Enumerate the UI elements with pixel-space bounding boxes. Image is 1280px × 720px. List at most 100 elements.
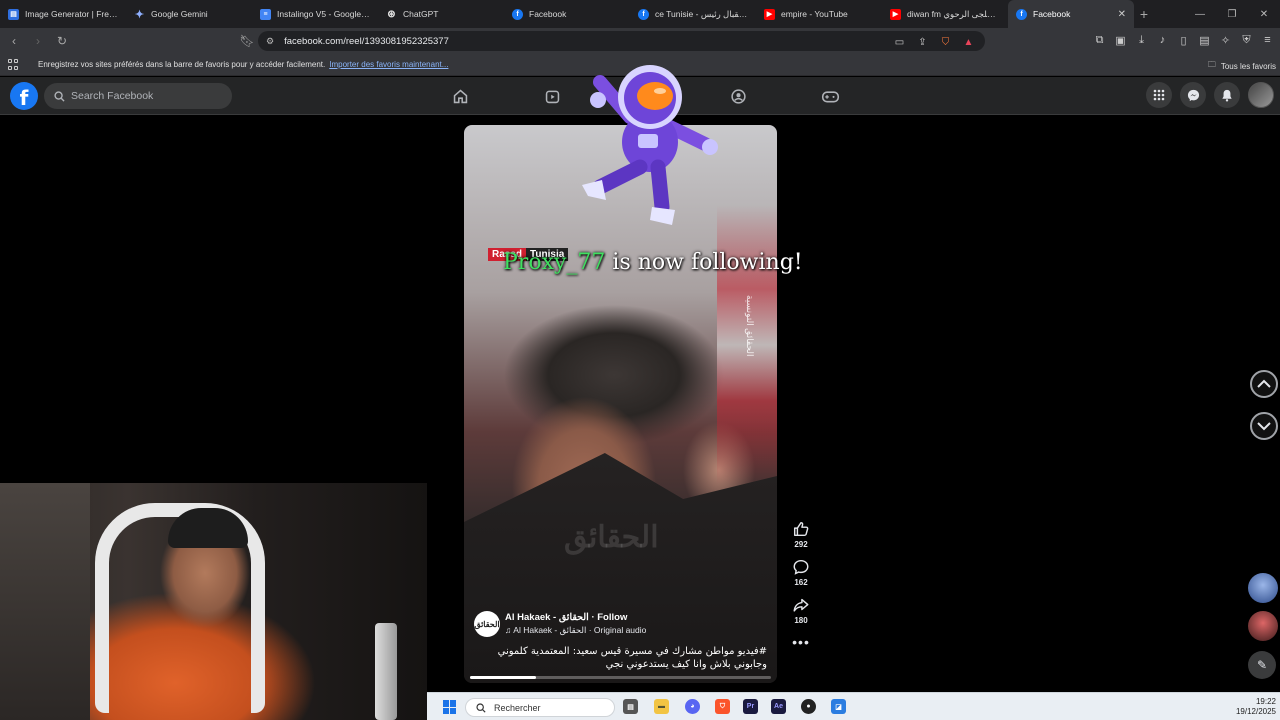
share-icon[interactable]: ⇪	[916, 34, 929, 50]
browser-tab-strip: ▤ Image Generator | Freepik ✦ Google Gemin…	[0, 0, 1280, 28]
leo-icon[interactable]: ✧	[1219, 32, 1232, 48]
omnibox-icons: ▭ ⇪ ⛉ ▲	[893, 34, 975, 50]
url-bar[interactable]: ⚙ facebook.com/reel/1393081952325377 ▭ ⇪…	[258, 31, 985, 51]
taskbar-search-input[interactable]: Rechercher	[465, 698, 615, 717]
profile-avatar[interactable]	[1248, 82, 1274, 108]
obs-icon[interactable]: ●	[801, 699, 816, 714]
window-controls: — ❐ ✕	[1184, 0, 1280, 28]
bookmark-icon[interactable]: 🔖︎	[237, 31, 257, 51]
browser-tab[interactable]: f ce Tunisie - استقبال رئيس...	[630, 0, 756, 28]
file-explorer-icon[interactable]: ▬	[654, 699, 669, 714]
minimize-icon[interactable]: —	[1184, 0, 1216, 28]
reel-author[interactable]: الحقائق Al Hakaek - الحقائق · Follow ♫ A…	[474, 611, 646, 637]
browser-tab[interactable]: ≡ Instalingo V5 - Google Do	[252, 0, 378, 28]
browser-tab[interactable]: ✦ Google Gemini	[126, 0, 252, 28]
next-reel-button[interactable]	[1250, 412, 1278, 440]
author-name[interactable]: Al Hakaek - الحقائق · Follow	[505, 612, 646, 623]
cast-icon[interactable]: ▭	[893, 34, 906, 50]
messenger-icon[interactable]	[1180, 82, 1206, 108]
search-icon	[54, 90, 65, 102]
menu-icon[interactable]: ≡	[1261, 32, 1274, 48]
home-icon[interactable]	[450, 86, 470, 106]
previous-reel-button[interactable]	[1250, 370, 1278, 398]
new-tab-icon[interactable]: +	[1134, 0, 1154, 28]
facebook-icon: f	[512, 8, 523, 20]
header-actions	[1146, 82, 1274, 108]
download-icon[interactable]: ⤓	[1135, 32, 1148, 48]
contact-avatar[interactable]	[1248, 611, 1278, 641]
brave-shield-icon[interactable]: ⛉	[939, 34, 952, 50]
site-settings-icon[interactable]: ⚙	[266, 36, 274, 47]
search-input[interactable]: Search Facebook	[44, 83, 232, 109]
menu-grid-icon[interactable]	[1146, 82, 1172, 108]
comment-button[interactable]: 162	[792, 558, 810, 587]
windows-taskbar: Rechercher ▤ ▬ ◕ ⛉ Pr Ae ● ◪ 19:22 19/12…	[427, 692, 1280, 720]
share-button[interactable]: 180	[792, 596, 810, 625]
premiere-pro-icon[interactable]: Pr	[743, 699, 758, 714]
extensions-icon[interactable]: ⧉	[1093, 32, 1106, 48]
brave-rewards-icon[interactable]: ▲	[962, 34, 975, 50]
screenshot-icon[interactable]: ▣	[1114, 32, 1127, 48]
reel-actions: 292 162 180 •••	[786, 520, 816, 650]
audio-info[interactable]: ♫ Al Hakaek - الحقائق · Original audio	[505, 625, 646, 636]
webcam-prop	[375, 623, 397, 720]
all-favorites[interactable]: 🗀︎ Tous les favoris	[1208, 59, 1276, 73]
webcam-feed	[0, 483, 427, 720]
clock-time: 19:22	[1255, 697, 1276, 706]
system-clock[interactable]: 19:22 19/12/2025	[1236, 697, 1276, 717]
task-view-icon[interactable]: ▤	[623, 699, 638, 714]
comment-count: 162	[794, 578, 808, 587]
like-button[interactable]: 292	[792, 520, 810, 549]
notifications-bell-icon[interactable]	[1214, 82, 1240, 108]
discord-icon[interactable]: ◕	[685, 699, 700, 714]
tab-label: Image Generator | Freepik	[25, 9, 118, 19]
back-icon[interactable]: ‹	[4, 31, 24, 51]
gemini-icon: ✦	[134, 8, 145, 21]
gaming-icon[interactable]	[820, 86, 840, 106]
restore-icon[interactable]: ❐	[1216, 0, 1248, 28]
comment-icon	[793, 559, 809, 575]
folder-icon: 🗀︎	[1207, 60, 1216, 69]
windows-start-icon[interactable]	[443, 700, 457, 714]
facebook-logo-icon[interactable]: f	[10, 82, 38, 110]
vertical-label: الحقائق التونسية	[745, 295, 755, 357]
chevron-up-icon	[1257, 379, 1271, 388]
more-options-icon[interactable]: •••	[792, 634, 810, 650]
wallet-icon[interactable]: ▤	[1198, 32, 1211, 48]
video-watermark: الحقائق	[564, 521, 659, 554]
browser-tab[interactable]: ⊛ ChatGPT	[378, 0, 504, 28]
search-placeholder: Search Facebook	[71, 90, 154, 102]
chevron-down-icon	[1257, 422, 1271, 431]
apps-grid-icon[interactable]	[8, 58, 20, 71]
new-message-icon[interactable]: ✎	[1248, 651, 1276, 679]
reload-icon[interactable]: ↻	[52, 31, 72, 51]
author-avatar[interactable]: الحقائق	[474, 611, 500, 637]
video-progress-bar[interactable]	[470, 676, 771, 679]
close-tab-icon[interactable]: ✕	[1118, 9, 1126, 20]
reading-list-icon[interactable]: ▯	[1177, 32, 1190, 48]
photos-icon[interactable]: ◪	[831, 699, 846, 714]
brave-browser-icon[interactable]: ⛉	[715, 699, 730, 714]
close-window-icon[interactable]: ✕	[1248, 0, 1280, 28]
tab-label: Facebook	[529, 9, 567, 19]
forward-icon[interactable]: ›	[28, 31, 48, 51]
tab-label: ChatGPT	[403, 9, 439, 19]
video-icon[interactable]	[542, 86, 562, 106]
browser-tab[interactable]: ▶ empire - YouTube	[756, 0, 882, 28]
after-effects-icon[interactable]: Ae	[771, 699, 786, 714]
all-favorites-label: Tous les favoris	[1220, 61, 1276, 71]
browser-tab[interactable]: f Facebook	[504, 0, 630, 28]
browser-tab-active[interactable]: f Facebook ✕	[1008, 0, 1134, 28]
browser-tab[interactable]: ▶ diwan fm ملجى الرحوي - Y	[882, 0, 1008, 28]
follow-text: is now following!	[612, 250, 803, 275]
import-favorites-link[interactable]: Importer des favoris maintenant...	[329, 60, 448, 69]
astronaut-sticker	[582, 65, 718, 225]
tab-label: ce Tunisie - استقبال رئيس...	[655, 8, 748, 19]
vpn-icon[interactable]: ⛨	[1240, 32, 1253, 48]
browser-tab[interactable]: ▤ Image Generator | Freepik	[0, 0, 126, 28]
contact-avatar[interactable]	[1248, 573, 1278, 603]
freepik-icon: ▤	[8, 8, 19, 20]
music-icon[interactable]: ♪	[1156, 32, 1169, 48]
groups-icon[interactable]	[728, 86, 748, 106]
share-arrow-icon	[793, 598, 809, 612]
